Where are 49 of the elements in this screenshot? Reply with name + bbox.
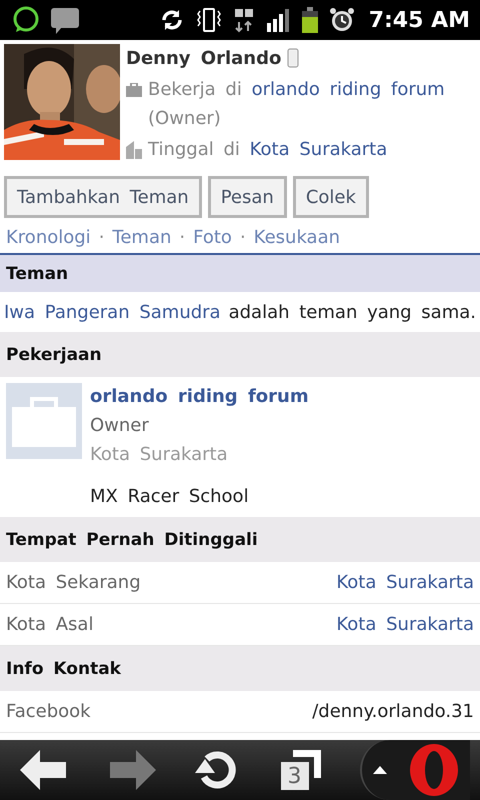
separator-dot: · <box>179 227 186 248</box>
company-link[interactable]: orlando riding forum <box>90 383 309 410</box>
job-role: Owner <box>90 414 150 438</box>
row-label: Kota Sekarang <box>6 572 141 593</box>
message-icon <box>50 5 80 35</box>
vibrate-icon <box>194 6 223 34</box>
row-label: Kota Asal <box>6 614 94 635</box>
city-link[interactable]: Kota Surakarta <box>336 572 474 593</box>
profile-name: Denny Orlando <box>126 47 282 71</box>
workplace-link[interactable]: orlando riding forum <box>252 79 445 100</box>
home-prefix: Tinggal di <box>148 139 240 160</box>
nav-link[interactable]: Foto <box>193 227 232 248</box>
menu-button[interactable] <box>360 740 470 800</box>
separator-dot: · <box>240 227 246 248</box>
alarm-icon <box>328 6 355 34</box>
action-button[interactable]: Pesan <box>208 176 287 218</box>
work-prefix: Bekerja di <box>148 79 242 100</box>
logo[interactable] <box>409 743 459 797</box>
section-header: Tempat Pernah Ditinggali <box>0 517 480 562</box>
signal-icon <box>264 7 291 33</box>
phone-icon <box>287 48 300 68</box>
section-header: Info Kontak <box>0 646 480 691</box>
chat-icon <box>12 6 40 34</box>
battery-icon <box>300 6 319 34</box>
mutual-friend-text: adalah teman yang sama. <box>228 302 476 322</box>
row-label: Facebook <box>6 701 91 722</box>
network-icon <box>232 6 255 34</box>
nav-link[interactable]: Teman <box>112 227 172 248</box>
section-header: Teman <box>0 255 480 292</box>
nav-link[interactable]: Kronologi <box>6 227 91 248</box>
separator-dot: · <box>98 227 104 248</box>
tabs-button[interactable]: 3 <box>280 750 320 790</box>
city-link[interactable]: Kota Surakarta <box>336 614 474 635</box>
briefcase-icon <box>6 383 82 459</box>
back-button[interactable] <box>20 750 68 790</box>
section-header: Pekerjaan <box>0 332 480 377</box>
contact-value: /denny.orlando.31 <box>312 701 474 722</box>
building-icon <box>126 141 142 159</box>
nav-link[interactable]: Kesukaan <box>254 227 340 248</box>
action-button[interactable]: Tambahkan Teman <box>4 176 202 218</box>
briefcase-icon <box>126 83 142 97</box>
action-button[interactable]: Colek <box>292 176 369 218</box>
clock-time: 7:45 AM <box>368 8 470 32</box>
work-role: (Owner) <box>148 108 221 129</box>
home-link[interactable]: Kota Surakarta <box>250 139 388 160</box>
caret-icon[interactable] <box>373 766 387 774</box>
friend-link[interactable]: Iwa Pangeran Samudra <box>4 302 221 322</box>
job-location: Kota Surakarta <box>90 443 229 467</box>
school-name: MX Racer School <box>90 486 250 507</box>
